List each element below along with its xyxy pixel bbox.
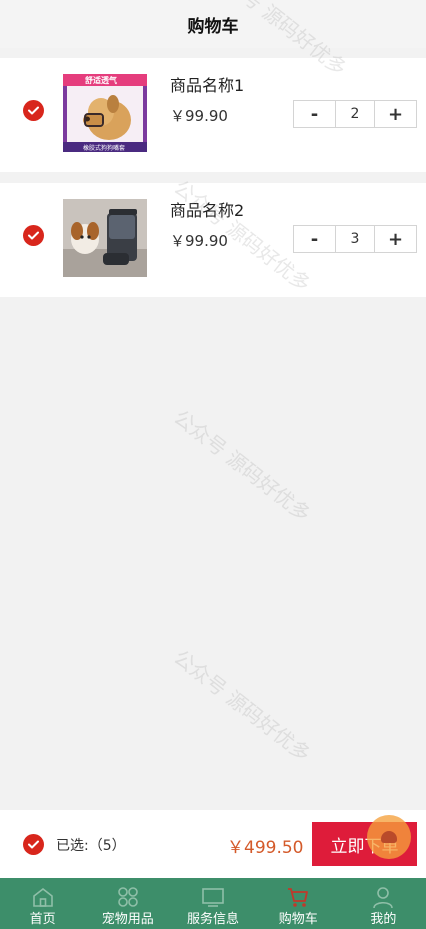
- cart-icon: [286, 882, 310, 912]
- quantity-value[interactable]: 3: [335, 226, 375, 252]
- product-price: ￥99.90: [170, 107, 228, 125]
- select-all-checkbox[interactable]: [23, 834, 44, 855]
- product-name[interactable]: 商品名称2: [170, 197, 244, 221]
- assistant-icon: [381, 831, 397, 843]
- increase-button[interactable]: +: [375, 101, 416, 127]
- checkmark-icon: [28, 840, 39, 849]
- total-price: ￥499.50: [227, 838, 304, 858]
- floating-assistant-button[interactable]: [367, 815, 411, 859]
- grid-icon: [116, 882, 140, 912]
- quantity-stepper: - 2 +: [293, 100, 417, 128]
- product-image[interactable]: 舒适透气 橡胶式狗狗嘴套: [63, 74, 147, 152]
- selected-count: 已选:（5）: [56, 838, 126, 854]
- product-name[interactable]: 商品名称1: [170, 72, 244, 96]
- page-title: 购物车: [187, 16, 239, 37]
- cart-item: 商品名称2 ￥99.90 - 3 +: [0, 183, 426, 297]
- tab-service-info[interactable]: 服务信息: [170, 878, 255, 929]
- product-price: ￥99.90: [170, 232, 228, 250]
- item-select-checkbox[interactable]: [23, 225, 44, 246]
- decrease-button[interactable]: -: [294, 101, 335, 127]
- page-header: 购物车: [0, 0, 426, 48]
- checkmark-icon: [28, 106, 39, 115]
- tab-profile[interactable]: 我的: [341, 878, 426, 929]
- tab-home[interactable]: 首页: [0, 878, 85, 929]
- checkmark-icon: [28, 231, 39, 240]
- quantity-stepper: - 3 +: [293, 225, 417, 253]
- tab-label: 我的: [370, 912, 397, 927]
- monitor-icon: [201, 882, 225, 912]
- quantity-value[interactable]: 2: [335, 101, 375, 127]
- product-image[interactable]: [63, 199, 147, 277]
- tab-label: 首页: [29, 912, 56, 927]
- item-select-checkbox[interactable]: [23, 100, 44, 121]
- decrease-button[interactable]: -: [294, 226, 335, 252]
- home-icon: [31, 882, 55, 912]
- checkout-bar: 已选:（5） ￥499.50 立即下单: [0, 810, 426, 878]
- image-caption-bottom: 橡胶式狗狗嘴套: [83, 145, 126, 152]
- tab-label: 宠物用品: [101, 912, 154, 927]
- bottom-tab-bar: 首页 宠物用品 服务信息 购物车 我的: [0, 878, 426, 929]
- tab-pet-supplies[interactable]: 宠物用品: [85, 878, 170, 929]
- tab-label: 服务信息: [187, 912, 240, 927]
- image-caption-top: 舒适透气: [85, 76, 117, 85]
- cart-item: 舒适透气 橡胶式狗狗嘴套 商品名称1 ￥99.90 - 2 +: [0, 58, 426, 172]
- watermark-text: 公众号 源码好优多: [169, 645, 316, 767]
- watermark-text: 公众号 源码好优多: [169, 405, 316, 527]
- increase-button[interactable]: +: [375, 226, 416, 252]
- tab-label: 购物车: [278, 912, 318, 927]
- tab-cart[interactable]: 购物车: [256, 878, 341, 929]
- user-icon: [371, 882, 395, 912]
